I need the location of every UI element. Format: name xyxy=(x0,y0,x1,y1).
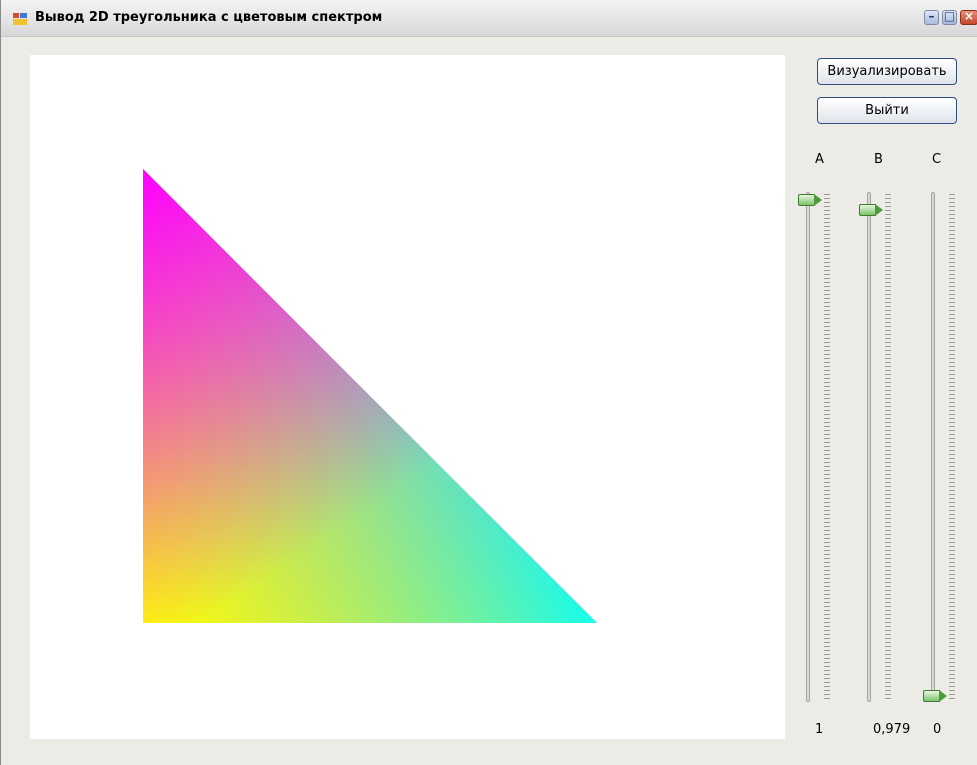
render-canvas xyxy=(30,55,785,739)
window-title: Вывод 2D треугольника с цветовым спектро… xyxy=(35,10,383,25)
render-button[interactable]: Визуализировать xyxy=(817,58,957,85)
close-button[interactable]: × xyxy=(960,9,977,25)
spectrum-triangle-svg xyxy=(143,169,597,623)
spectrum-triangle xyxy=(143,169,597,623)
slider-b-track[interactable] xyxy=(867,192,871,702)
app-window: Вывод 2D треугольника с цветовым спектро… xyxy=(0,0,977,765)
slider-c-track[interactable] xyxy=(931,192,935,702)
maximize-icon: □ xyxy=(943,9,956,23)
close-icon: × xyxy=(963,9,975,23)
app-icon xyxy=(13,13,27,25)
title-bar: Вывод 2D треугольника с цветовым спектро… xyxy=(1,0,977,37)
slider-c-value: 0 xyxy=(933,722,942,737)
slider-b-label: B xyxy=(874,152,883,167)
maximize-button[interactable]: □ xyxy=(942,9,957,25)
exit-button[interactable]: Выйти xyxy=(817,97,957,124)
slider-b-value: 0,979 xyxy=(873,722,911,737)
slider-a-track[interactable] xyxy=(806,192,810,702)
slider-c-ticks xyxy=(949,194,955,700)
slider-c-label: C xyxy=(932,152,942,167)
slider-a-value: 1 xyxy=(815,722,824,737)
minimize-button[interactable]: – xyxy=(924,9,939,25)
slider-b-thumb[interactable] xyxy=(859,204,883,216)
slider-a-thumb[interactable] xyxy=(798,194,822,206)
slider-a-label: A xyxy=(815,152,824,167)
slider-a-ticks xyxy=(824,194,830,700)
slider-b-ticks xyxy=(885,194,891,700)
minimize-icon: – xyxy=(928,9,935,23)
slider-c-thumb[interactable] xyxy=(923,690,947,702)
